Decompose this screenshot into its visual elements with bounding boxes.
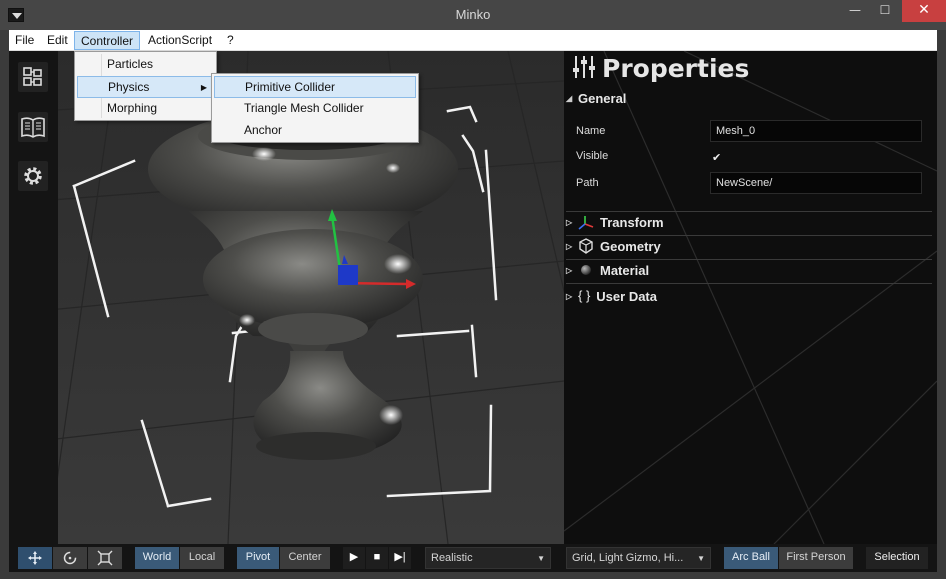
section-user-data[interactable]: ▷ { } User Data — [566, 285, 657, 307]
name-label: Name — [576, 125, 606, 137]
section-geometry-label: Geometry — [600, 238, 661, 254]
collapse-arrow-icon: ◢ — [566, 93, 573, 103]
expand-arrow-icon: ▷ — [566, 265, 573, 275]
render-mode-select[interactable]: Realistic ▼ — [425, 547, 551, 569]
menu-item-morphing[interactable]: Morphing — [77, 98, 214, 120]
step-forward-icon[interactable]: ▶| — [389, 547, 411, 569]
scene-graph-icon[interactable] — [18, 62, 48, 92]
translate-tool-icon[interactable] — [18, 547, 52, 569]
render-mode-value: Realistic — [431, 552, 473, 564]
expand-arrow-icon: ▷ — [566, 217, 573, 227]
section-transform-label: Transform — [600, 214, 664, 230]
menu-controller[interactable]: Controller — [74, 31, 141, 50]
section-general[interactable]: ◢ General — [566, 87, 626, 109]
properties-header: Properties — [572, 53, 749, 83]
section-material-label: Material — [600, 262, 650, 278]
overlays-value: Grid, Light Gizmo, Hi... — [572, 552, 684, 564]
sliders-icon — [572, 54, 596, 83]
menu-bar: File Edit Controller ActionScript ? — [9, 30, 937, 51]
controller-menu: Particles Physics ▶ Morphing — [74, 51, 217, 121]
menu-actionscript[interactable]: ActionScript — [142, 31, 218, 50]
menu-edit[interactable]: Edit — [41, 31, 74, 50]
close-button[interactable]: ✕ — [902, 0, 946, 22]
space-local-button[interactable]: Local — [180, 547, 224, 569]
visible-checkbox[interactable]: ✔ — [712, 152, 724, 164]
menu-item-anchor[interactable]: Anchor — [214, 120, 416, 142]
divider — [566, 283, 932, 284]
chevron-down-icon: ▼ — [697, 554, 705, 563]
menu-item-physics[interactable]: Physics ▶ — [77, 76, 214, 98]
section-general-label: General — [578, 90, 627, 106]
title-bar: Minko — ☐ ✕ — [0, 0, 946, 30]
minimize-button[interactable]: — — [839, 0, 871, 22]
path-label: Path — [576, 177, 599, 189]
section-transform[interactable]: ▷ Transform — [566, 211, 664, 233]
visible-label: Visible — [576, 150, 609, 162]
library-book-icon[interactable] — [18, 112, 48, 142]
left-toolbar — [9, 51, 58, 544]
physics-submenu: Primitive Collider Triangle Mesh Collide… — [211, 73, 419, 143]
submenu-arrow-icon: ▶ — [200, 83, 207, 92]
menu-help[interactable]: ? — [221, 31, 240, 50]
space-world-button[interactable]: World — [135, 547, 179, 569]
properties-title: Properties — [602, 53, 750, 83]
expand-arrow-icon: ▷ — [566, 241, 573, 251]
chevron-down-icon: ▼ — [537, 554, 545, 563]
path-field[interactable]: NewScene/ — [710, 172, 922, 194]
menu-file[interactable]: File — [9, 31, 40, 50]
menu-item-particles[interactable]: Particles — [77, 54, 214, 76]
menu-item-physics-label: Physics — [108, 80, 150, 94]
section-material[interactable]: ▷ Material — [566, 259, 649, 281]
scale-tool-icon[interactable] — [88, 547, 122, 569]
stop-icon[interactable]: ■ — [366, 547, 388, 569]
braces-icon: { } — [578, 288, 591, 303]
selection-button[interactable]: Selection — [866, 547, 928, 569]
rotate-tool-icon[interactable] — [53, 547, 87, 569]
maximize-button[interactable]: ☐ — [869, 0, 901, 22]
section-user-data-label: User Data — [596, 288, 657, 304]
section-geometry[interactable]: ▷ Geometry — [566, 235, 661, 257]
properties-panel: Properties ◢ General Name Mesh_0 Visible… — [564, 51, 937, 544]
window-title: Minko — [455, 7, 491, 22]
camera-first-person-button[interactable]: First Person — [779, 547, 853, 569]
bottom-toolbar: World Local Pivot Center ▶ ■ ▶| Realisti… — [9, 544, 937, 572]
camera-arc-ball-button[interactable]: Arc Ball — [724, 547, 778, 569]
overlays-select[interactable]: Grid, Light Gizmo, Hi... ▼ — [566, 547, 711, 569]
expand-arrow-icon: ▷ — [566, 291, 573, 301]
play-icon[interactable]: ▶ — [343, 547, 365, 569]
menu-item-primitive-collider[interactable]: Primitive Collider — [214, 76, 416, 98]
menu-item-triangle-mesh-collider[interactable]: Triangle Mesh Collider — [214, 98, 416, 120]
center-button[interactable]: Center — [280, 547, 330, 569]
settings-gear-icon[interactable] — [18, 161, 48, 191]
pivot-button[interactable]: Pivot — [237, 547, 279, 569]
sphere-icon — [578, 262, 594, 278]
axes-icon — [578, 214, 594, 230]
name-field[interactable]: Mesh_0 — [710, 120, 922, 142]
cube-icon — [578, 238, 594, 254]
